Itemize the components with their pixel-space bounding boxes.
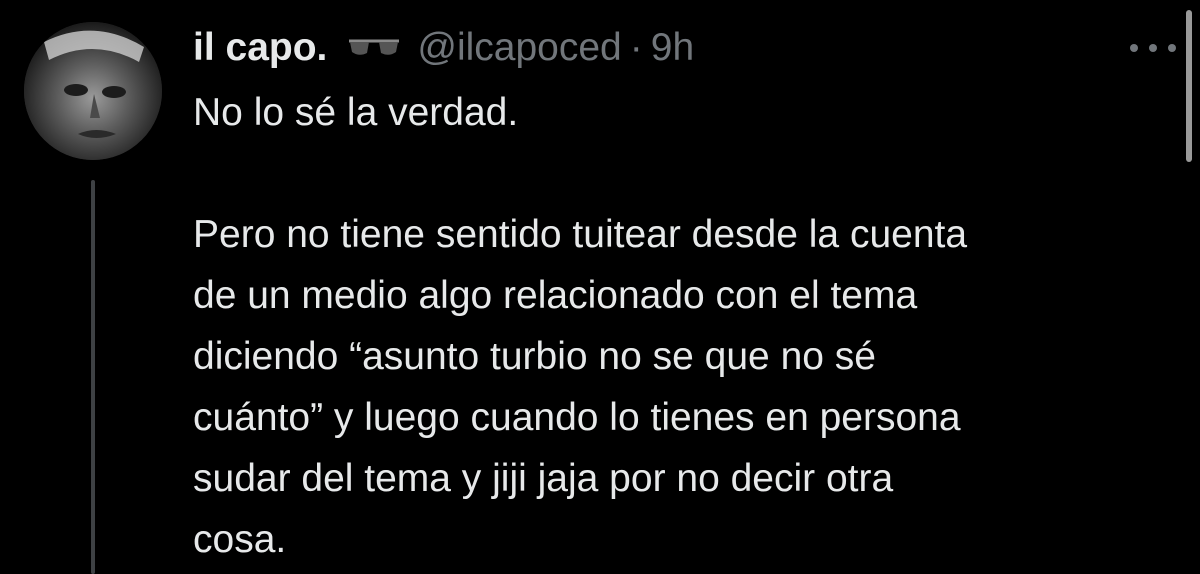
timestamp[interactable]: 9h bbox=[651, 26, 694, 70]
display-name[interactable]: il capo. bbox=[193, 26, 327, 70]
tweet[interactable]: il capo. @ilcapoced · 9h No lo sé la ver… bbox=[0, 0, 1200, 574]
scrollbar[interactable] bbox=[1186, 10, 1192, 162]
avatar[interactable] bbox=[24, 22, 162, 160]
thread-connector-line bbox=[91, 180, 95, 574]
tweet-text: No lo sé la verdad. Pero no tiene sentid… bbox=[193, 91, 968, 561]
separator-dot: · bbox=[629, 26, 643, 69]
avatar-photo bbox=[24, 22, 162, 160]
tweet-header: il capo. @ilcapoced · 9h bbox=[193, 20, 694, 76]
more-horizontal-icon[interactable] bbox=[1130, 28, 1176, 68]
user-handle[interactable]: @ilcapoced bbox=[417, 26, 621, 70]
sunglasses-icon bbox=[347, 37, 401, 59]
